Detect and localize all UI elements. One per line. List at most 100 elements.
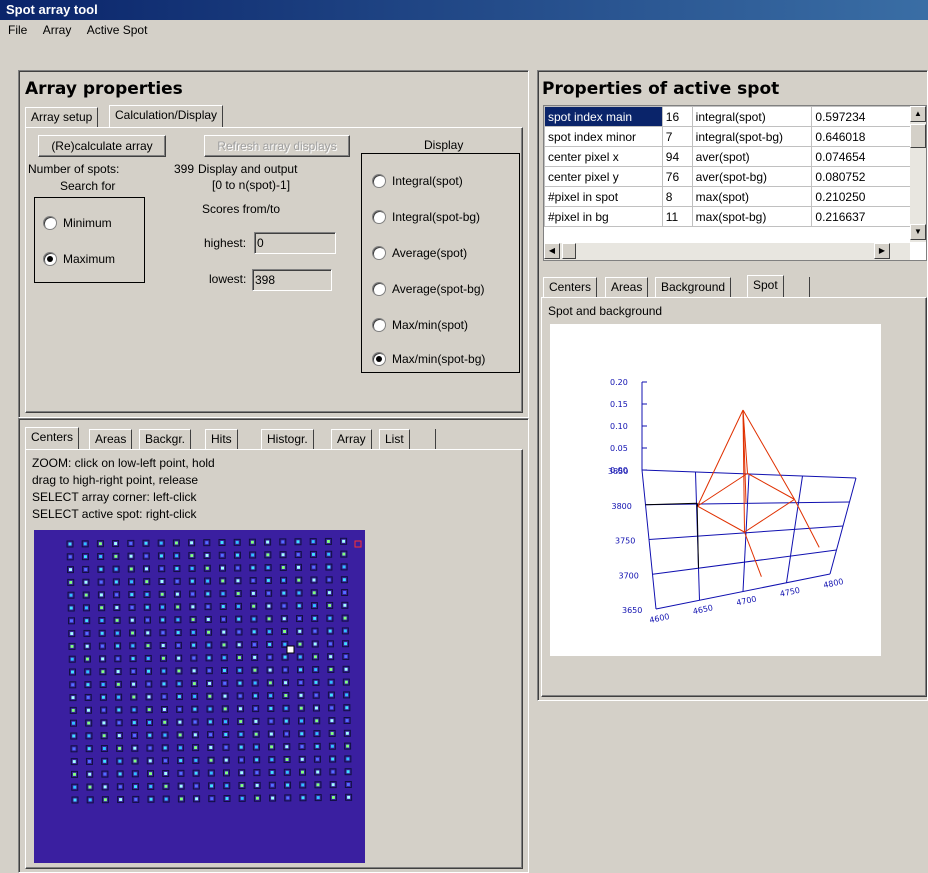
spot-dot: [281, 540, 285, 544]
property-value[interactable]: 16: [661, 106, 693, 127]
spot-dot: [300, 745, 304, 749]
property-value[interactable]: 8: [661, 186, 693, 207]
spot-dot: [239, 732, 243, 736]
spot-dot: [177, 656, 181, 660]
measure-name[interactable]: aver(spot): [691, 146, 813, 167]
spot-dot: [251, 579, 255, 583]
property-name[interactable]: center pixel x: [544, 146, 663, 167]
spot-dot: [251, 553, 255, 557]
menu-bar: File Array Active Spot: [0, 20, 928, 40]
tab-histogr[interactable]: Histogr.: [261, 429, 314, 449]
property-row[interactable]: #pixel in spot 8 max(spot) 0.210250: [544, 186, 911, 207]
scroll-down-arrow-icon[interactable]: ▼: [910, 224, 926, 240]
spot-dot: [283, 668, 287, 672]
measure-value[interactable]: 0.074654: [811, 146, 911, 167]
scroll-hthumb[interactable]: [562, 243, 576, 259]
spot-dot: [132, 708, 136, 712]
property-value[interactable]: 94: [661, 146, 693, 167]
property-row[interactable]: center pixel y 76 aver(spot-bg) 0.080752: [544, 166, 911, 187]
tab-hits[interactable]: Hits: [205, 429, 238, 449]
radio-integral-spot[interactable]: Integral(spot): [372, 172, 463, 190]
property-value[interactable]: 11: [661, 206, 693, 227]
radio-average-spot-bg[interactable]: Average(spot-bg): [372, 280, 485, 298]
property-row[interactable]: spot index main 16 integral(spot) 0.597234: [544, 106, 911, 127]
property-value[interactable]: 76: [661, 166, 693, 187]
property-name[interactable]: #pixel in bg: [544, 206, 663, 227]
measure-value[interactable]: 0.216637: [811, 206, 911, 227]
radio-maxmin-spot-bg[interactable]: Max/min(spot-bg): [372, 350, 485, 368]
spot-dot: [253, 681, 257, 685]
spot-dot: [191, 630, 195, 634]
menu-file[interactable]: File: [8, 23, 27, 37]
radio-maxmin-spot[interactable]: Max/min(spot): [372, 316, 468, 334]
highest-field[interactable]: 0: [254, 232, 336, 254]
radio-maximum[interactable]: Maximum: [43, 250, 115, 268]
tab-array[interactable]: Array: [331, 429, 372, 449]
tab-list[interactable]: List: [379, 429, 410, 449]
scroll-thumb[interactable]: [910, 124, 926, 148]
property-name[interactable]: spot index minor: [544, 126, 663, 147]
spot-dot: [327, 578, 331, 582]
measure-name[interactable]: max(spot): [691, 186, 813, 207]
spot-array-image[interactable]: [34, 530, 365, 863]
measure-value[interactable]: 0.210250: [811, 186, 911, 207]
menu-array[interactable]: Array: [43, 23, 72, 37]
spot-dot: [164, 797, 168, 801]
property-name[interactable]: spot index main: [544, 106, 663, 127]
measure-value[interactable]: 0.080752: [811, 166, 911, 187]
scroll-up-arrow-icon[interactable]: ▲: [910, 106, 926, 122]
property-name[interactable]: center pixel y: [544, 166, 663, 187]
tab-spot-background[interactable]: Background: [655, 277, 732, 297]
recalculate-array-button[interactable]: (Re)calculate array: [38, 135, 166, 157]
measure-value[interactable]: 0.646018: [811, 126, 911, 147]
scroll-right-arrow-icon[interactable]: ▶: [874, 243, 890, 259]
spot-dot: [118, 772, 122, 776]
property-row[interactable]: spot index minor 7 integral(spot-bg) 0.6460…: [544, 126, 911, 147]
range-label: [0 to n(spot)-1]: [212, 178, 291, 192]
tab-calculation-display[interactable]: Calculation/Display: [109, 105, 224, 127]
spot-dot: [205, 541, 209, 545]
horizontal-scrollbar[interactable]: ◀ ▶: [544, 243, 910, 260]
tab-spot-spot[interactable]: Spot: [747, 275, 784, 297]
spot-dot: [281, 553, 285, 557]
measure-name[interactable]: integral(spot): [691, 106, 813, 127]
property-row[interactable]: center pixel x 94 aver(spot) 0.074654: [544, 146, 911, 167]
measure-value[interactable]: 0.597234: [811, 106, 911, 127]
spot-dot: [238, 694, 242, 698]
spot-dot: [343, 603, 347, 607]
measure-name[interactable]: aver(spot-bg): [691, 166, 813, 187]
tab-spot-areas[interactable]: Areas: [605, 277, 649, 297]
spot-dot: [225, 784, 229, 788]
vertical-scrollbar[interactable]: ▲ ▼: [910, 106, 926, 242]
spot-dot: [133, 772, 137, 776]
property-name[interactable]: #pixel in spot: [544, 186, 663, 207]
radio-integral-spot-bg[interactable]: Integral(spot-bg): [372, 208, 480, 226]
property-value[interactable]: 7: [661, 126, 693, 147]
radio-minimum[interactable]: Minimum: [43, 214, 112, 232]
spot-dot: [314, 693, 318, 697]
refresh-array-displays-button[interactable]: Refresh array displays: [204, 135, 350, 157]
tab-array-setup[interactable]: Array setup: [25, 107, 99, 127]
spot-dot: [299, 693, 303, 697]
tab-centers[interactable]: Centers: [25, 427, 80, 449]
tab-backgr[interactable]: Backgr.: [139, 429, 192, 449]
tab-spot-centers[interactable]: Centers: [543, 277, 598, 297]
array-properties-panel: Array properties Array setup Calculation…: [18, 70, 529, 418]
menu-active-spot[interactable]: Active Spot: [87, 23, 148, 37]
spot-dot: [70, 657, 74, 661]
number-of-spots-label: Number of spots:: [28, 162, 120, 176]
property-row[interactable]: #pixel in bg 11 max(spot-bg) 0.216637: [544, 206, 911, 227]
lowest-field[interactable]: 398: [252, 269, 332, 291]
spot-dot: [285, 745, 289, 749]
spot-dot: [71, 696, 75, 700]
radio-average-spot[interactable]: Average(spot): [372, 244, 467, 262]
measure-name[interactable]: integral(spot-bg): [691, 126, 813, 147]
spot-dot: [254, 707, 258, 711]
scroll-left-arrow-icon[interactable]: ◀: [544, 243, 560, 259]
spot-dot: [221, 579, 225, 583]
spot-dot: [132, 721, 136, 725]
measure-name[interactable]: max(spot-bg): [691, 206, 813, 227]
spot-dot: [236, 604, 240, 608]
spot-dot: [269, 694, 273, 698]
tab-areas[interactable]: Areas: [89, 429, 133, 449]
